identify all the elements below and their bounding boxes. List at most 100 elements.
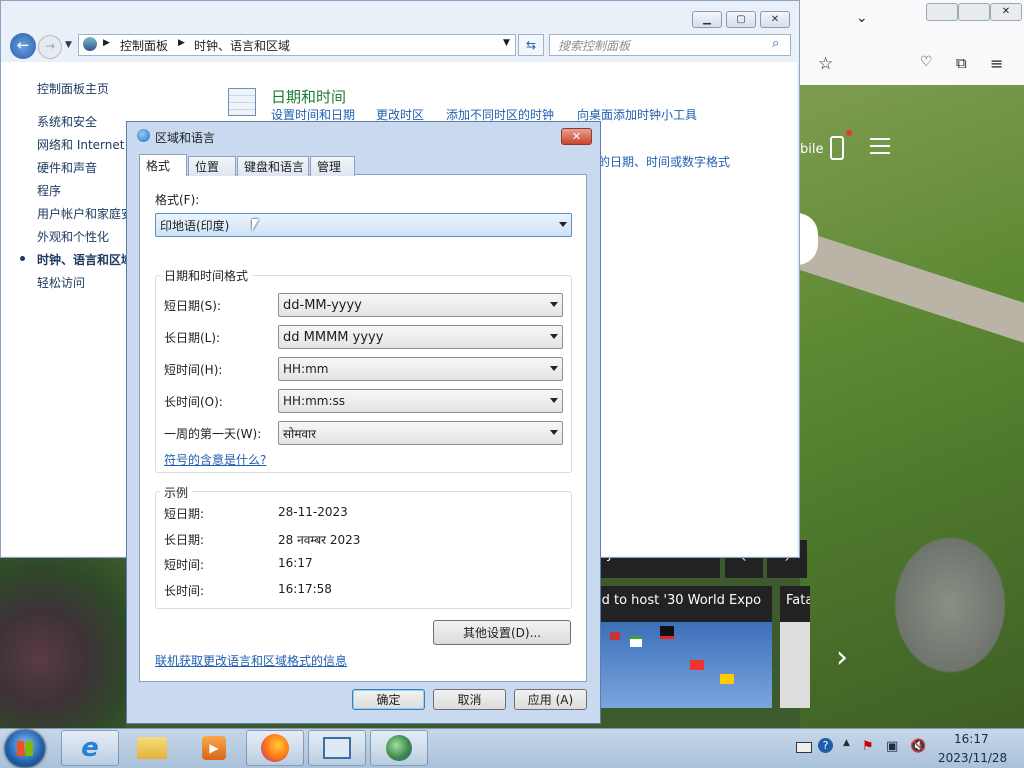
tab-administrative[interactable]: 管理	[310, 156, 355, 176]
apply-button[interactable]: 应用 (A)	[514, 689, 587, 710]
example-long-time-value: 16:17:58	[278, 582, 332, 596]
browser-close-button[interactable]: ✕	[990, 3, 1022, 21]
keyboard-icon[interactable]	[796, 742, 812, 753]
desktop-wallpaper	[0, 558, 126, 728]
refresh-button[interactable]: ⇆	[518, 34, 544, 56]
change-format-link[interactable]: 的日期、时间或数字格式	[598, 153, 730, 170]
sidebar-item-programs[interactable]: 程序	[37, 182, 61, 199]
minimize-button[interactable]: ▁	[692, 11, 722, 28]
globe-clock-icon	[386, 735, 412, 761]
dialog-title: 区域和语言	[155, 131, 216, 145]
browser-minimize-button[interactable]	[926, 3, 958, 21]
sidebar-item-clock-language-region[interactable]: 时钟、语言和区域	[37, 251, 133, 268]
section-title[interactable]: 日期和时间	[271, 86, 346, 107]
internet-explorer-icon: e	[81, 733, 99, 763]
taskbar-control-panel-button[interactable]	[308, 730, 366, 766]
control-panel-icon	[83, 37, 97, 51]
breadcrumb-separator-icon: ▶	[103, 38, 110, 48]
bookmark-star-icon[interactable]: ☆	[818, 54, 833, 74]
hamburger-menu-icon[interactable]	[870, 138, 890, 154]
forward-button[interactable]: →	[38, 35, 62, 59]
sidebar-home-link[interactable]: 控制面板主页	[37, 80, 109, 97]
long-time-select[interactable]: HH:mm:ss	[278, 389, 563, 413]
show-hidden-icons-icon[interactable]: ▲	[843, 738, 850, 748]
example-long-time-label: 长时间:	[164, 584, 205, 598]
action-center-icon[interactable]: ⚑	[862, 739, 874, 754]
tab-keyboards-languages[interactable]: 键盘和语言	[237, 156, 309, 176]
news-card[interactable]: Fata	[780, 586, 810, 622]
breadcrumb-control-panel[interactable]: 控制面板	[120, 37, 168, 54]
start-button[interactable]	[5, 730, 45, 767]
breadcrumb-separator-icon: ▶	[178, 38, 185, 48]
control-panel-app-icon	[323, 737, 351, 759]
address-bar[interactable]: ▶ 控制面板 ▶ 时钟、语言和区域 ▼	[78, 34, 516, 56]
taskbar-firefox-button[interactable]	[246, 730, 304, 766]
news-card[interactable]: id to host '30 World Expo	[592, 586, 772, 622]
tab-list-chevron-icon[interactable]: ⌄	[856, 10, 868, 26]
sidebar-item-ease-of-access[interactable]: 轻松访问	[37, 274, 85, 291]
sidebar-item-system-security[interactable]: 系统和安全	[37, 113, 97, 130]
first-day-select[interactable]: सोमवार	[278, 421, 563, 445]
back-button[interactable]: ←	[10, 33, 36, 59]
tab-formats[interactable]: 格式	[139, 154, 187, 176]
dialog-close-button[interactable]: ✕	[561, 128, 592, 145]
media-player-icon: ▶	[202, 736, 226, 760]
chevron-down-icon	[550, 302, 558, 307]
search-icon[interactable]: ⌕	[772, 36, 779, 51]
chevron-down-icon	[550, 430, 558, 435]
long-time-value: HH:mm:ss	[283, 394, 346, 408]
symbol-help-link[interactable]: 符号的含意是什么?	[164, 451, 266, 468]
example-short-date-label: 短日期:	[164, 507, 205, 521]
format-label: 格式(F):	[155, 193, 200, 207]
taskbar-ie-button[interactable]: e	[61, 730, 119, 766]
example-group-title: 示例	[160, 484, 193, 501]
first-day-label: 一周的第一天(W):	[164, 427, 262, 441]
short-date-value: dd-MM-yyyy	[283, 297, 362, 313]
chevron-down-icon	[550, 398, 558, 403]
short-time-label: 短时间(H):	[164, 363, 223, 377]
clock-date[interactable]: 2023/11/28	[938, 751, 1007, 765]
format-select-value: 印地语(印度)	[160, 218, 230, 233]
short-date-label: 短日期(S):	[164, 299, 222, 313]
extensions-icon[interactable]: ⧉	[956, 54, 967, 72]
maximize-button[interactable]: ▢	[726, 11, 756, 28]
browser-maximize-button[interactable]	[958, 3, 990, 21]
help-icon[interactable]: ?	[818, 738, 833, 753]
cancel-button[interactable]: 取消	[433, 689, 506, 710]
taskbar-region-button[interactable]	[370, 730, 428, 766]
taskbar-explorer-button[interactable]	[123, 730, 181, 766]
short-time-value: HH:mm	[283, 362, 329, 376]
close-button[interactable]: ✕	[760, 11, 790, 28]
volume-muted-icon[interactable]: 🔇	[910, 739, 926, 754]
sidebar-item-appearance[interactable]: 外观和个性化	[37, 228, 109, 245]
sidebar-item-user-accounts[interactable]: 用户帐户和家庭安	[37, 205, 133, 222]
format-select[interactable]: 印地语(印度)	[155, 213, 572, 237]
other-settings-button[interactable]: 其他设置(D)...	[433, 620, 571, 645]
first-day-value: सोमवार	[283, 426, 317, 441]
firefox-icon	[261, 734, 289, 762]
network-icon[interactable]: ▣	[886, 739, 898, 754]
ok-button[interactable]: 确定	[352, 689, 425, 710]
menu-icon[interactable]: ≡	[990, 54, 1003, 73]
address-dropdown-icon[interactable]: ▼	[503, 38, 510, 48]
short-date-select[interactable]: dd-MM-yyyy	[278, 293, 563, 317]
pocket-icon[interactable]: ♡	[920, 54, 933, 70]
example-long-date-label: 长日期:	[164, 533, 205, 547]
tab-location[interactable]: 位置	[188, 156, 236, 176]
online-info-link[interactable]: 联机获取更改语言和区域格式的信息	[155, 652, 347, 669]
chevron-down-icon	[559, 222, 567, 227]
news-background-photo	[800, 85, 1024, 728]
mobile-phone-icon[interactable]	[830, 136, 844, 160]
next-arrow-icon[interactable]: ›	[836, 640, 848, 675]
mouse-cursor-icon	[252, 219, 259, 231]
clock-time[interactable]: 16:17	[954, 732, 989, 746]
sidebar-item-network[interactable]: 网络和 Internet	[37, 136, 124, 153]
example-long-date-value: 28 नवम्बर 2023	[278, 533, 361, 547]
taskbar-media-player-button[interactable]: ▶	[185, 730, 243, 766]
breadcrumb-clock-language-region[interactable]: 时钟、语言和区域	[194, 37, 290, 54]
sidebar-item-hardware-sound[interactable]: 硬件和声音	[37, 159, 97, 176]
search-input[interactable]: 搜索控制面板 ⌕	[549, 34, 791, 56]
history-dropdown-icon[interactable]: ▼	[65, 40, 72, 50]
short-time-select[interactable]: HH:mm	[278, 357, 563, 381]
long-date-select[interactable]: dd MMMM yyyy	[278, 325, 563, 349]
